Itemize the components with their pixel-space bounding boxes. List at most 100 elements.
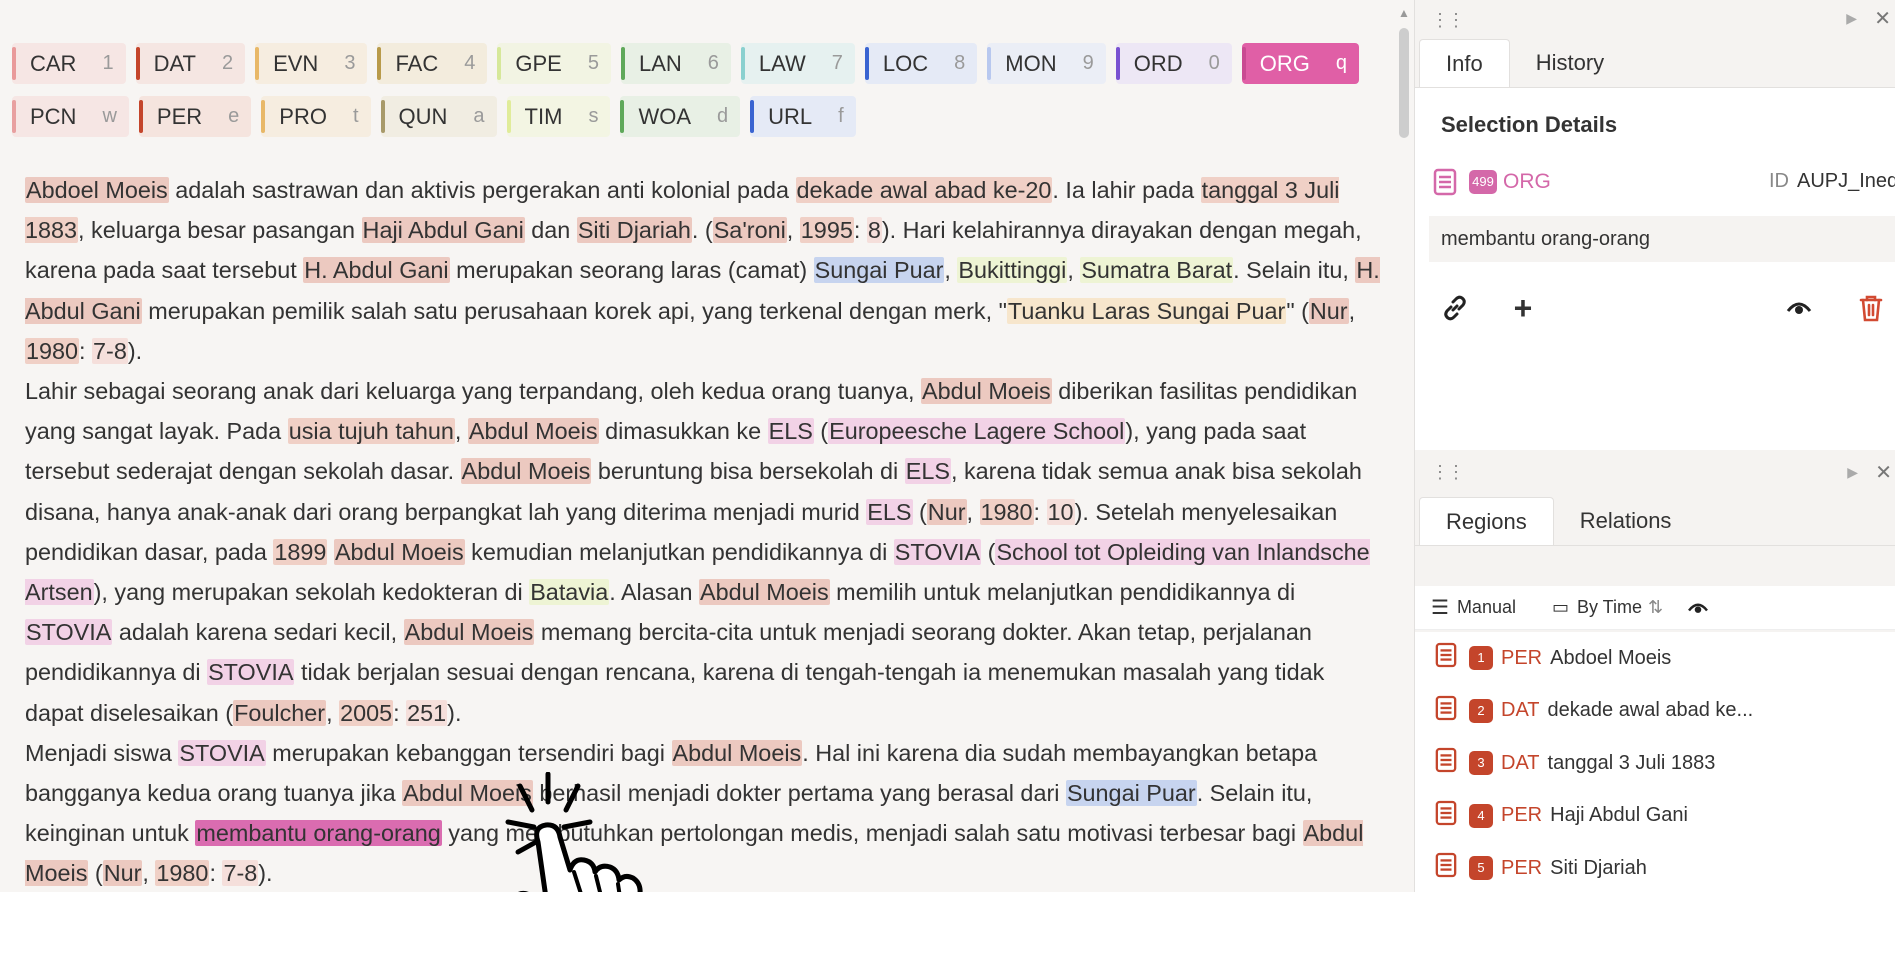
entity-span[interactable]: Europeesche Lagere School — [828, 418, 1126, 445]
delete-button[interactable] — [1841, 278, 1895, 338]
tab-info[interactable]: Info — [1419, 39, 1510, 87]
entity-span[interactable]: Abdul Moeis — [460, 458, 592, 485]
entity-span[interactable]: Bukittinggi — [957, 257, 1068, 284]
entity-span[interactable]: Abdul Moeis — [671, 739, 803, 766]
entity-span[interactable]: Batavia — [529, 579, 610, 606]
tab-history[interactable]: History — [1510, 39, 1630, 87]
entity-span[interactable]: Abdul Moeis — [403, 619, 535, 646]
label-evn[interactable]: EVN 3 — [255, 43, 368, 84]
collapse-icon[interactable]: ▶ — [1847, 464, 1858, 481]
region-item[interactable]: 4 PER Haji Abdul Gani — [1415, 790, 1895, 843]
entity-span[interactable]: dekade awal abad ke-20 — [795, 177, 1053, 203]
label-bar: CAR 1 DAT 2 EVN 3 FAC 4 GPE 5 LAN 6 LAW 7 LOC 8 MON 9 ORD 0… — [12, 43, 1392, 149]
label-name: URL — [768, 103, 813, 129]
entity-span[interactable]: Abdul Moeis — [698, 579, 830, 606]
entity-span[interactable]: STOVIA — [207, 659, 295, 686]
label-loc[interactable]: LOC 8 — [864, 43, 978, 84]
entity-span[interactable]: Tuanku Laras Sungai Puar — [1006, 297, 1287, 324]
entity-span[interactable]: 2005 — [339, 699, 394, 726]
entity-span[interactable]: Nur — [926, 498, 967, 525]
info-panel-header: ⋮⋮ ▶ ✕ — [1415, 0, 1895, 40]
entity-span[interactable]: Foulcher — [233, 699, 327, 726]
entity-span[interactable]: 251 — [406, 699, 448, 726]
entity-span[interactable]: Haji Abdul Gani — [361, 217, 525, 244]
tab-relations[interactable]: Relations — [1554, 497, 1698, 545]
regions-tabs: Regions Relations — [1415, 497, 1895, 546]
info-tabs: Info History — [1415, 39, 1895, 88]
entity-span[interactable]: Abdul Moeis — [467, 418, 599, 445]
label-lan[interactable]: LAN 6 — [620, 43, 731, 84]
label-pro[interactable]: PRO t — [261, 96, 371, 137]
visibility-button[interactable] — [1769, 278, 1829, 338]
entity-span[interactable]: Abdoel Moeis — [25, 177, 169, 203]
label-woa[interactable]: WOA d — [620, 96, 741, 137]
close-icon[interactable]: ✕ — [1875, 460, 1892, 485]
drag-handle-icon[interactable]: ⋮⋮ — [1431, 462, 1465, 483]
entity-span[interactable]: 1980 — [155, 860, 210, 887]
collapse-icon[interactable]: ▶ — [1846, 10, 1857, 27]
entity-span[interactable]: Nur — [1308, 297, 1349, 324]
label-name: ORG — [1259, 50, 1310, 76]
entity-span[interactable]: 1980 — [979, 498, 1034, 525]
entity-span[interactable]: 7-8 — [222, 860, 259, 887]
label-ord[interactable]: ORD 0 — [1115, 43, 1232, 84]
drag-handle-icon[interactable]: ⋮⋮ — [1431, 10, 1465, 31]
entity-span[interactable]: 1995 — [799, 217, 854, 244]
label-name: LOC — [882, 50, 929, 76]
entity-span[interactable]: Sungai Puar — [813, 257, 945, 284]
entity-span[interactable]: H. Abdul Gani — [303, 257, 450, 284]
by-time-sort-button[interactable]: ▭ By Time ⇅ — [1552, 597, 1663, 618]
entity-span[interactable]: Sa'roni — [712, 217, 787, 244]
label-law[interactable]: LAW 7 — [740, 43, 855, 84]
region-number-badge: 1 — [1469, 646, 1493, 671]
entity-span[interactable]: Sumatra Barat — [1080, 257, 1234, 284]
region-item[interactable]: 5 PER Siti Djariah — [1415, 842, 1895, 892]
label-fac[interactable]: FAC 4 — [377, 43, 488, 84]
entity-span[interactable]: School tot Opleiding van Inlandsche Arts… — [25, 538, 1370, 606]
entity-span[interactable]: STOVIA — [893, 538, 982, 565]
label-car[interactable]: CAR 1 — [12, 43, 126, 84]
label-mon[interactable]: MON 9 — [987, 43, 1106, 84]
label-qun[interactable]: QUN a — [380, 96, 497, 137]
selection-text[interactable]: membantu orang-orang — [1429, 216, 1895, 262]
entity-span[interactable]: 1899 — [273, 538, 328, 565]
entity-span[interactable]: 8 — [866, 217, 882, 244]
close-icon[interactable]: ✕ — [1874, 6, 1891, 31]
selected-region[interactable]: membantu orang-orang — [195, 820, 442, 847]
entity-span[interactable]: Siti Djariah — [576, 217, 692, 244]
region-item[interactable]: 1 PER Abdoel Moeis — [1415, 632, 1895, 685]
region-item[interactable]: 2 DAT dekade awal abad ke... — [1415, 685, 1895, 738]
link-button[interactable] — [1425, 278, 1485, 338]
label-gpe[interactable]: GPE 5 — [497, 43, 611, 84]
entity-span[interactable]: usia tujuh tahun — [287, 418, 455, 445]
selection-count-badge: 499 — [1469, 170, 1497, 194]
scroll-up-icon[interactable]: ▲ — [1398, 6, 1410, 20]
entity-span[interactable]: 7-8 — [92, 337, 128, 364]
entity-span[interactable]: ELS — [767, 418, 814, 445]
scroll-thumb[interactable] — [1399, 28, 1409, 138]
label-pcn[interactable]: PCN w — [12, 96, 129, 137]
entity-span[interactable]: STOVIA — [25, 619, 113, 646]
entity-span[interactable]: Abdul Moeis — [333, 538, 465, 565]
entity-span[interactable]: Abdul Moeis — [921, 378, 1052, 405]
label-org[interactable]: ORG q — [1241, 43, 1359, 84]
region-item[interactable]: 3 DAT tanggal 3 Juli 1883 — [1415, 737, 1895, 790]
entity-span[interactable]: Nur — [102, 860, 143, 887]
add-button[interactable]: + — [1493, 278, 1553, 338]
manual-sort-button[interactable]: ☰ Manual — [1431, 595, 1516, 620]
tab-regions[interactable]: Regions — [1419, 497, 1554, 545]
label-tim[interactable]: TIM s — [506, 96, 611, 137]
label-hotkey: e — [228, 105, 240, 127]
entity-span[interactable]: STOVIA — [178, 739, 266, 766]
entity-span[interactable]: 10 — [1046, 498, 1075, 525]
entity-span[interactable]: 1980 — [25, 337, 80, 364]
regions-visibility-button[interactable] — [1687, 599, 1709, 617]
label-per[interactable]: PER e — [138, 96, 252, 137]
entity-span[interactable]: Sungai Puar — [1065, 780, 1197, 807]
label-url[interactable]: URL f — [750, 96, 856, 137]
scrollbar[interactable]: ▲ — [1395, 0, 1413, 892]
entity-span[interactable]: ELS — [866, 498, 913, 525]
entity-span[interactable]: ELS — [904, 458, 951, 485]
label-dat[interactable]: DAT 2 — [135, 43, 246, 84]
document-text[interactable]: Abdoel Moeis adalah sastrawan dan aktivi… — [25, 170, 1385, 892]
